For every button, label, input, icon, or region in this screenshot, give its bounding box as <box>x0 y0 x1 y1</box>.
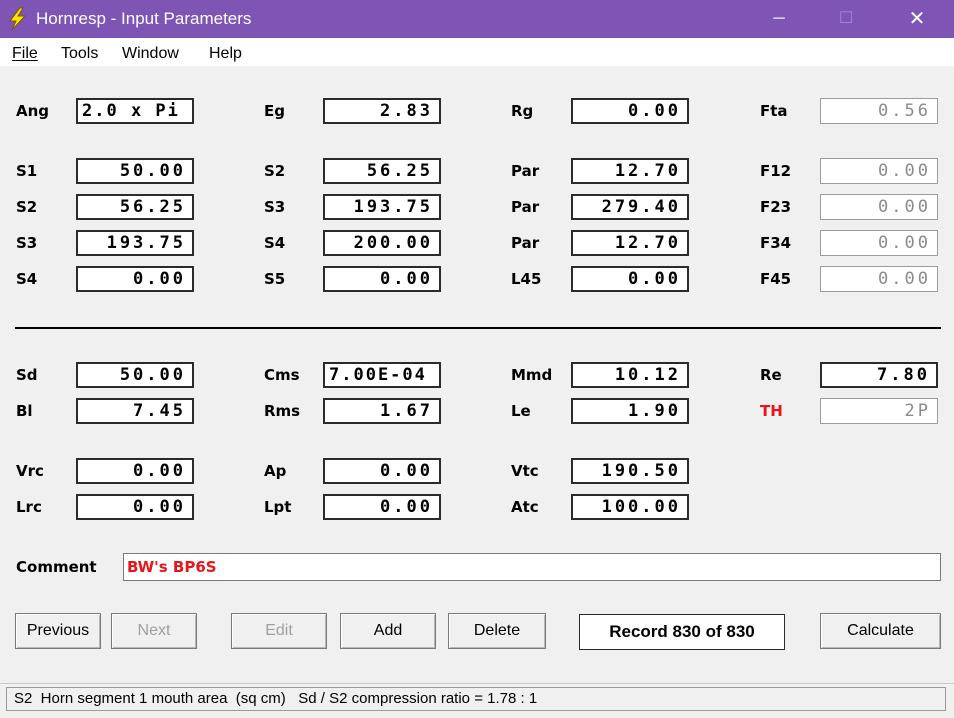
vrc-label: Vrc <box>16 462 44 480</box>
f45-field: 0.00 <box>820 266 938 292</box>
title-bar: Hornresp - Input Parameters ─ ☐ ✕ <box>0 0 954 38</box>
f34-field: 0.00 <box>820 230 938 256</box>
s2-label: S2 <box>264 162 286 180</box>
f45-label: F45 <box>760 270 792 288</box>
ap-field[interactable]: 0.00 <box>323 458 441 484</box>
f34-label: F34 <box>760 234 792 252</box>
ang-label: Ang <box>16 102 50 120</box>
comment-field[interactable]: BW's BP6S <box>123 553 941 581</box>
rms-field[interactable]: 1.67 <box>323 398 441 424</box>
s3-label: S3 <box>264 198 286 216</box>
menu-tools[interactable]: Tools <box>61 45 98 63</box>
previous-button[interactable]: Previous <box>15 613 101 649</box>
maximize-button[interactable]: ☐ <box>823 0 869 38</box>
vtc-field[interactable]: 190.50 <box>571 458 689 484</box>
s2-field[interactable]: 56.25 <box>323 158 441 184</box>
menu-bar: File Tools Window Help <box>0 38 954 66</box>
bl-label: Bl <box>16 402 33 420</box>
calculate-button[interactable]: Calculate <box>820 613 941 649</box>
re-field[interactable]: 7.80 <box>820 362 938 388</box>
mmd-field[interactable]: 10.12 <box>571 362 689 388</box>
rms-label: Rms <box>264 402 301 420</box>
eg-label: Eg <box>264 102 285 120</box>
status-bar: S2 Horn segment 1 mouth area (sq cm) Sd … <box>0 683 954 718</box>
section-divider <box>15 327 941 329</box>
sd-label: Sd <box>16 366 38 384</box>
par-label: Par <box>511 162 540 180</box>
atc-label: Atc <box>511 498 539 516</box>
par-field[interactable]: 12.70 <box>571 230 689 256</box>
vrc-field[interactable]: 0.00 <box>76 458 194 484</box>
s3-field[interactable]: 193.75 <box>76 230 194 256</box>
fta-label: Fta <box>760 102 788 120</box>
f12-label: F12 <box>760 162 792 180</box>
f12-field: 0.00 <box>820 158 938 184</box>
eg-field[interactable]: 2.83 <box>323 98 441 124</box>
lrc-field[interactable]: 0.00 <box>76 494 194 520</box>
s2-field[interactable]: 56.25 <box>76 194 194 220</box>
par-label: Par <box>511 234 540 252</box>
s4-label: S4 <box>264 234 286 252</box>
rg-field[interactable]: 0.00 <box>571 98 689 124</box>
cms-label: Cms <box>264 366 300 384</box>
s4-field[interactable]: 200.00 <box>323 230 441 256</box>
s1-field[interactable]: 50.00 <box>76 158 194 184</box>
l45-label: L45 <box>511 270 542 288</box>
par-label: Par <box>511 198 540 216</box>
add-button[interactable]: Add <box>340 613 436 649</box>
s5-field[interactable]: 0.00 <box>323 266 441 292</box>
lightning-bolt-icon <box>8 7 27 31</box>
delete-button[interactable]: Delete <box>448 613 546 649</box>
ap-label: Ap <box>264 462 287 480</box>
s3-field[interactable]: 193.75 <box>323 194 441 220</box>
th-label[interactable]: TH <box>760 402 783 420</box>
rg-label: Rg <box>511 102 534 120</box>
bl-field[interactable]: 7.45 <box>76 398 194 424</box>
re-label: Re <box>760 366 782 384</box>
th-field: 2P <box>820 398 938 424</box>
le-label: Le <box>511 402 531 420</box>
s4-label: S4 <box>16 270 38 288</box>
edit-button[interactable]: Edit <box>231 613 327 649</box>
window-title: Hornresp - Input Parameters <box>36 9 252 28</box>
ang-field[interactable]: 2.0 x Pi <box>76 98 194 124</box>
s5-label: S5 <box>264 270 286 288</box>
l45-field[interactable]: 0.00 <box>571 266 689 292</box>
lrc-label: Lrc <box>16 498 42 516</box>
menu-help[interactable]: Help <box>209 45 242 63</box>
s2-label: S2 <box>16 198 38 216</box>
cms-field[interactable]: 7.00E-04 <box>323 362 441 388</box>
par-field[interactable]: 279.40 <box>571 194 689 220</box>
status-text: S2 Horn segment 1 mouth area (sq cm) Sd … <box>6 687 946 711</box>
lpt-label: Lpt <box>264 498 292 516</box>
menu-file[interactable]: File <box>12 45 38 63</box>
f23-label: F23 <box>760 198 792 216</box>
mmd-label: Mmd <box>511 366 553 384</box>
minimize-button[interactable]: ─ <box>756 0 802 38</box>
lpt-field[interactable]: 0.00 <box>323 494 441 520</box>
input-parameters-panel: Ang 2.0 x Pi Eg 2.83 Rg 0.00 Fta 0.56 S1… <box>0 66 954 681</box>
f23-field: 0.00 <box>820 194 938 220</box>
record-indicator: Record 830 of 830 <box>579 614 785 650</box>
comment-label: Comment <box>16 558 97 576</box>
par-field[interactable]: 12.70 <box>571 158 689 184</box>
s4-field[interactable]: 0.00 <box>76 266 194 292</box>
le-field[interactable]: 1.90 <box>571 398 689 424</box>
sd-field[interactable]: 50.00 <box>76 362 194 388</box>
close-button[interactable]: ✕ <box>894 0 940 38</box>
fta-field: 0.56 <box>820 98 938 124</box>
s3-label: S3 <box>16 234 38 252</box>
vtc-label: Vtc <box>511 462 539 480</box>
s1-label: S1 <box>16 162 38 180</box>
atc-field[interactable]: 100.00 <box>571 494 689 520</box>
next-button[interactable]: Next <box>111 613 197 649</box>
menu-window[interactable]: Window <box>122 45 179 63</box>
